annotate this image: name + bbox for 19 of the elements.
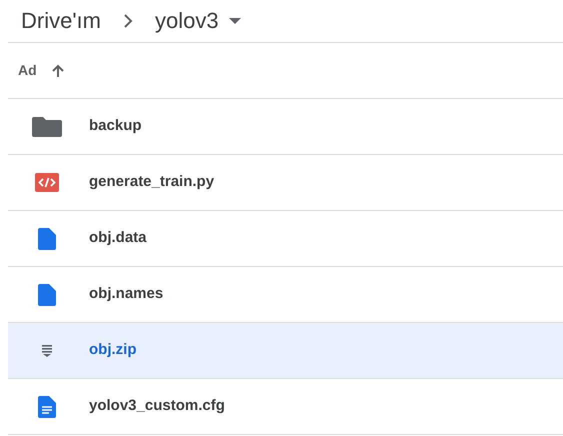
document-icon [38, 396, 56, 418]
file-icon [38, 228, 56, 250]
breadcrumb-item[interactable]: yolov3 [154, 10, 219, 32]
file-row[interactable]: obj.zip [8, 323, 563, 379]
file-name: backup [89, 116, 142, 136]
code-icon [34, 173, 58, 192]
archive-icon [42, 344, 52, 356]
dropdown-caret-icon [228, 18, 241, 24]
breadcrumb-item[interactable]: Drive'ım [21, 10, 101, 32]
arrow-up-icon [50, 64, 65, 78]
file-name: yolov3_custom.cfg [89, 396, 225, 416]
file-name: obj.data [89, 228, 147, 248]
file-name: obj.zip [89, 340, 136, 360]
file-name: generate_train.py [89, 172, 214, 192]
name-column-header[interactable]: Ad [18, 60, 37, 81]
file-name: obj.names [89, 284, 164, 304]
chevron-right-icon [122, 13, 133, 29]
file-icon [38, 284, 56, 306]
folder-icon [32, 116, 62, 136]
